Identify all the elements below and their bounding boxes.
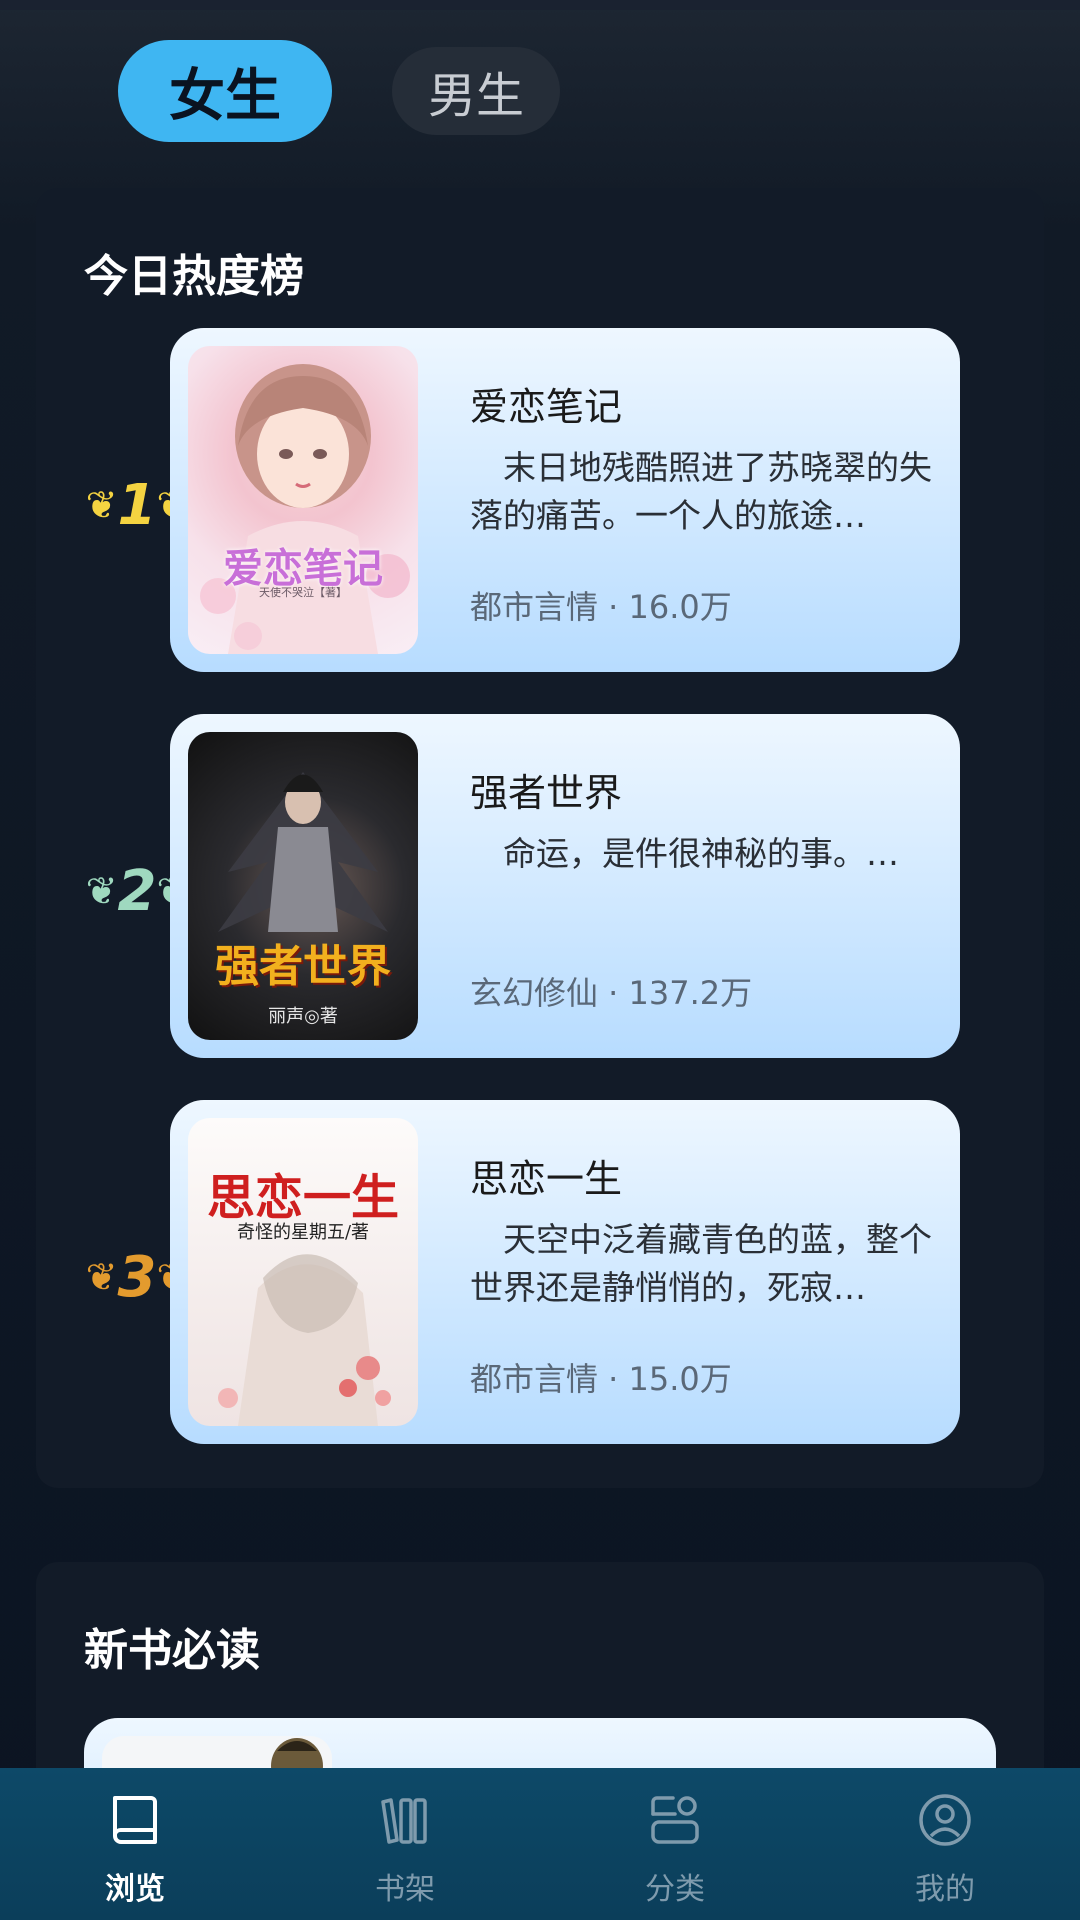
status-bar — [0, 0, 1080, 10]
cover-author: 丽声◎著 — [268, 1006, 338, 1027]
book-title: 强者世界 — [470, 771, 623, 815]
cover-title: 强者世界 — [215, 941, 391, 992]
book-description: 末日地残酷照进了苏晓翠的失落的痛苦。一个人的旅途… — [470, 448, 932, 535]
nav-bookshelf[interactable]: 书架 — [270, 1768, 540, 1920]
section-title: 新书必读 — [84, 1625, 260, 1676]
book-description: 天空中泛着藏青色的蓝，整个世界还是静悄悄的，死寂… — [470, 1220, 932, 1307]
laurel-left-icon: ❦ — [85, 1255, 118, 1299]
nav-label: 我的 — [915, 1872, 975, 1907]
tab-male[interactable]: 男生 — [392, 47, 560, 135]
book-meta: 都市言情 · 15.0万 — [470, 1360, 732, 1398]
nav-browse[interactable]: 浏览 — [0, 1768, 270, 1920]
nav-category[interactable]: 分类 — [540, 1768, 810, 1920]
rank-number: 1 — [117, 472, 157, 538]
book-meta: 都市言情 · 16.0万 — [470, 588, 732, 626]
book-icon — [113, 1796, 157, 1844]
laurel-left-icon: ❦ — [85, 483, 118, 527]
section-title: 今日热度榜 — [84, 251, 304, 302]
bottom-navigation: 浏览 书架 分类 我的 — [0, 1768, 1080, 1920]
tab-female[interactable]: 女生 — [118, 40, 332, 142]
profile-icon — [919, 1794, 971, 1846]
book-description: 命运，是件很神秘的事。… — [503, 834, 899, 873]
book-title: 思恋一生 — [470, 1157, 623, 1201]
book-cover: 强者世界 丽声◎著 — [188, 732, 418, 1040]
nav-label: 书架 — [375, 1872, 435, 1907]
cover-author: 奇怪的星期五/著 — [236, 1222, 370, 1243]
bookshelf-icon — [381, 1798, 427, 1844]
nav-profile[interactable]: 我的 — [810, 1768, 1080, 1920]
book-card[interactable]: 强者世界 丽声◎著 强者世界 命运，是件很神秘的事。… 玄幻修仙 · 137.2… — [170, 714, 960, 1058]
cover-author: 天使不哭泣【著】 — [259, 586, 347, 599]
rank-number: 2 — [117, 858, 157, 924]
category-icon — [651, 1796, 699, 1844]
book-meta: 玄幻修仙 · 137.2万 — [470, 974, 753, 1012]
book-cover: 思恋一生 奇怪的星期五/著 — [188, 1118, 418, 1426]
book-cover: 爱恋笔记 天使不哭泣【著】 — [188, 346, 418, 654]
book-card[interactable]: 爱恋笔记 天使不哭泣【著】 爱恋笔记 末日地残酷照进了苏晓翠的失落的痛苦。一个人… — [170, 328, 960, 672]
nav-label: 浏览 — [105, 1872, 165, 1907]
rank-number: 3 — [117, 1244, 157, 1310]
laurel-left-icon: ❦ — [85, 869, 118, 913]
cover-illustration — [200, 364, 410, 654]
book-card[interactable]: 思恋一生 奇怪的星期五/著 思恋一生 天空中泛着藏青色的蓝，整个世界还是静悄悄的… — [170, 1100, 960, 1444]
book-title: 爱恋笔记 — [470, 385, 623, 429]
gender-tabs: 女生 男生 — [118, 40, 560, 142]
nav-label: 分类 — [645, 1872, 705, 1907]
